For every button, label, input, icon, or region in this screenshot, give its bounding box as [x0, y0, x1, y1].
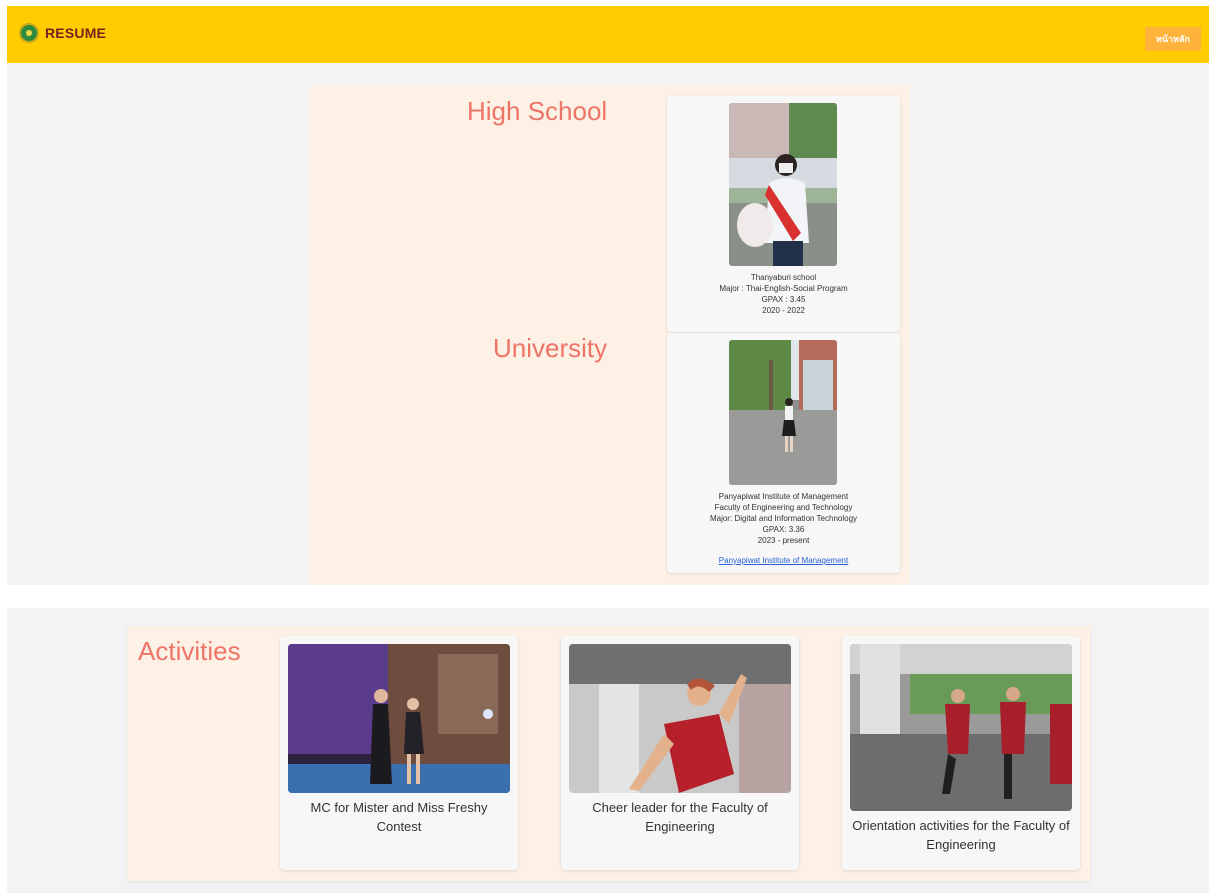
activity-card-cheer: Cheer leader for the Faculty of Engineer…	[561, 636, 799, 870]
activity-caption-mc: MC for Mister and Miss Freshy Contest	[310, 800, 488, 834]
university-card: Panyapiwat Institute of Management Facul…	[667, 333, 900, 573]
university-gpax: GPAX: 3.36	[762, 525, 805, 534]
activities-section: Activities MC for Mister and Miss Freshy…	[7, 608, 1209, 893]
high-school-gpax: GPAX : 3.45	[761, 295, 806, 304]
university-faculty: Faculty of Engineering and Technology	[714, 503, 853, 512]
activity-caption-cheer: Cheer leader for the Faculty of Engineer…	[592, 800, 768, 834]
university-years: 2023 - present	[757, 536, 810, 545]
high-school-heading: High School	[467, 96, 608, 126]
university-heading: University	[493, 333, 608, 363]
education-panel: High School Thanyaburi school Major: Th…	[309, 85, 910, 585]
top-navbar: RESUME หน้าหลัก	[7, 6, 1209, 63]
high-school-major: Major : Thai-English-Social Program	[719, 284, 848, 293]
activity-photo-cheer	[569, 644, 791, 793]
home-button[interactable]: หน้าหลัก	[1145, 27, 1201, 51]
university-link[interactable]: Panyapiwat Institute of Management	[667, 556, 900, 565]
activity-caption-orientation: Orientation activities for the Faculty o…	[852, 818, 1070, 852]
high-school-info: Thanyaburi school Major : Thai-English-S…	[667, 272, 900, 316]
university-major: Major: Digital and Information Technolog…	[709, 514, 858, 523]
high-school-card: Thanyaburi school Major : Thai-English-S…	[667, 96, 900, 332]
high-school-years: 2020 - 2022	[762, 306, 805, 315]
section-divider	[0, 585, 1209, 608]
activity-photo-orientation	[850, 644, 1072, 811]
activity-card-orientation: Orientation activities for the Faculty o…	[842, 636, 1080, 870]
brand-title: RESUME	[45, 25, 107, 41]
activities-panel: Activities MC for Mister and Miss Freshy…	[127, 626, 1090, 881]
activities-heading: Activities	[138, 636, 241, 666]
high-school-name: Thanyaburi school	[750, 273, 817, 282]
university-photo	[729, 340, 837, 485]
activity-photo-mc	[288, 644, 510, 793]
education-section: High School Thanyaburi school Major: Th…	[7, 63, 1209, 585]
university-name: Panyapiwat Institute of Management	[718, 492, 849, 501]
school-crest-logo-icon	[19, 23, 39, 43]
high-school-photo	[729, 103, 837, 266]
university-info: Panyapiwat Institute of Management Facul…	[667, 491, 900, 546]
activity-card-mc: MC for Mister and Miss Freshy Contest	[280, 636, 518, 870]
brand[interactable]: RESUME	[19, 23, 106, 43]
